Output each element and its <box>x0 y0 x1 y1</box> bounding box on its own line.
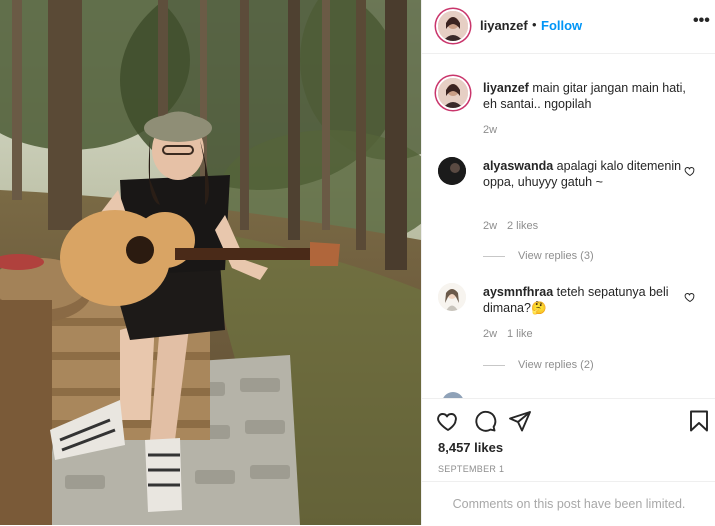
caption-time[interactable]: 2w <box>483 124 497 136</box>
avatar-photo-icon <box>438 11 468 41</box>
dark-avatar-icon <box>438 157 466 185</box>
post-sidebar: liyanzef • Follow ••• liyanzef main gita… <box>421 0 715 525</box>
separator-dot: • <box>532 17 537 32</box>
caption-avatar[interactable] <box>438 78 468 108</box>
post-photo[interactable] <box>0 0 421 525</box>
comment-like-heart-icon[interactable] <box>684 165 696 177</box>
comment-body: aysmnfhraa teteh sepatunya beli dimana?🤔 <box>483 284 688 316</box>
more-options-icon[interactable]: ••• <box>693 12 710 30</box>
caption: liyanzef main gitar jangan main hati, eh… <box>483 80 688 112</box>
post-date[interactable]: SEPTEMBER 1 <box>438 464 504 474</box>
comment-likes[interactable]: 2 likes <box>507 220 538 232</box>
comment-username[interactable]: aysmnfhraa <box>483 285 553 299</box>
comment-like-heart-icon[interactable] <box>684 291 696 303</box>
comment-time[interactable]: 2w <box>483 220 497 232</box>
comments-limited-notice: Comments on this post have been limited. <box>422 481 715 526</box>
forest-guitar-photo <box>0 0 421 525</box>
view-replies-label: View replies (3) <box>518 250 594 262</box>
share-icon[interactable] <box>508 409 532 433</box>
avatar-photo-icon <box>438 78 468 108</box>
caption-username[interactable]: liyanzef <box>483 81 529 95</box>
bookmark-icon[interactable] <box>687 409 711 433</box>
post-username[interactable]: liyanzef <box>480 18 528 33</box>
follow-button[interactable]: Follow <box>541 18 582 33</box>
post-header: liyanzef • Follow ••• <box>422 0 715 54</box>
view-replies-button[interactable]: View replies (3) <box>483 250 594 262</box>
view-replies-button[interactable]: View replies (2) <box>483 359 594 371</box>
view-replies-label: View replies (2) <box>518 359 594 371</box>
comment-avatar[interactable] <box>438 283 466 311</box>
likes-count[interactable]: 8,457 likes <box>438 440 503 455</box>
post-footer: 8,457 likes SEPTEMBER 1 Comments on this… <box>422 398 715 525</box>
comment-time[interactable]: 2w <box>483 328 497 340</box>
illustrated-girl-avatar-icon <box>438 283 466 311</box>
user-avatar[interactable] <box>438 11 468 41</box>
replies-divider-line <box>483 255 505 257</box>
replies-divider-line <box>483 364 505 366</box>
comments-list[interactable]: liyanzef main gitar jangan main hati, eh… <box>422 54 715 398</box>
comment-avatar[interactable] <box>438 157 466 185</box>
comment-username[interactable]: alyaswanda <box>483 159 553 173</box>
heart-icon[interactable] <box>436 409 460 433</box>
comment-body: alyaswanda apalagi kalo ditemenin oppa, … <box>483 158 688 190</box>
comment-icon[interactable] <box>473 409 497 433</box>
comment-likes[interactable]: 1 like <box>507 328 533 340</box>
